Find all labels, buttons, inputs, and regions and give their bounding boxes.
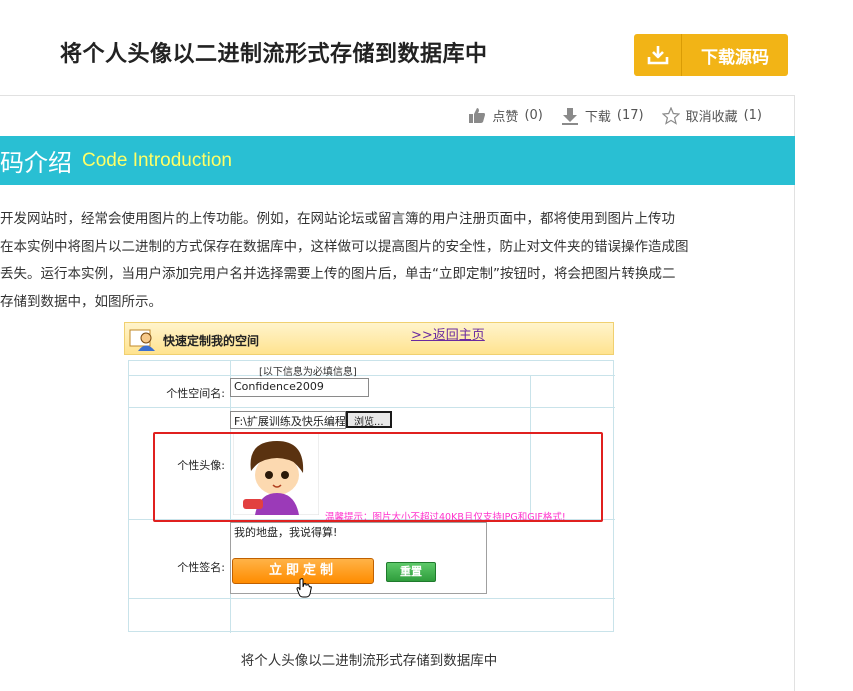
page: 将个人头像以二进制流形式存储到数据库中 下载源码 点赞 (0) 下载 (17) … [0, 0, 853, 691]
table-divider [129, 407, 615, 408]
hand-cursor-icon [296, 578, 312, 598]
file-path-field[interactable]: F:\扩展训练及快乐编程 [230, 411, 346, 429]
description-line: 存储到数据中，如图所示。 [0, 293, 162, 310]
download-arrow-icon [561, 107, 578, 125]
like-count: (0) [524, 108, 543, 123]
favorite-count: (1) [743, 108, 762, 123]
download-stat-button[interactable]: 下载 (17) [561, 106, 644, 125]
space-name-label: 个性空间名: [166, 387, 225, 400]
image-caption: 将个人头像以二进制流形式存储到数据库中 [240, 653, 498, 669]
space-name-field[interactable]: Confidence2009 [230, 378, 369, 397]
section-title-cn: 码介绍 [0, 149, 72, 177]
thumbs-up-icon [469, 108, 486, 123]
download-icon [634, 34, 682, 76]
required-note: [以下信息为必填信息] [259, 367, 357, 378]
description: 开发网站时，经常会使用图片的上传功能。例如，在网站论坛或留言簿的用户注册页面中，… [0, 206, 780, 316]
table-divider [129, 598, 615, 599]
screenshot-heading: 快速定制我的空间 [163, 334, 260, 348]
download-count: (17) [616, 108, 644, 123]
table-divider [129, 375, 615, 376]
section-title-en: Code Introduction [82, 149, 232, 171]
like-button[interactable]: 点赞 (0) [468, 106, 543, 125]
action-bar: 点赞 (0) 下载 (17) 取消收藏 (1) [468, 106, 762, 125]
download-label: 下载 [584, 110, 611, 125]
reset-button[interactable]: 重置 [386, 562, 436, 582]
download-source-button[interactable]: 下载源码 [634, 34, 788, 76]
star-icon [661, 106, 680, 125]
favorite-label: 取消收藏 [685, 110, 738, 125]
description-line: 在本实例中将图片以二进制的方式保存在数据库中，这样做可以提高图片的安全性，防止对… [0, 238, 689, 255]
download-source-label: 下载源码 [701, 47, 769, 68]
signature-label: 个性签名: [177, 561, 225, 574]
cancel-favorite-button[interactable]: 取消收藏 (1) [661, 106, 762, 125]
description-line: 丢失。运行本实例，当用户添加完用户名并选择需要上传的图片后，单击“立即定制”按钮… [0, 266, 676, 282]
description-line: 开发网站时，经常会使用图片的上传功能。例如，在网站论坛或留言簿的用户注册页面中，… [0, 211, 675, 227]
browse-button[interactable]: 浏览... [346, 411, 392, 428]
highlight-box [153, 432, 603, 522]
page-title: 将个人头像以二进制流形式存储到数据库中 [60, 42, 488, 67]
screenshot-header: 快速定制我的空间 >>返回主页 [124, 322, 614, 355]
section-header: 码介绍 Code Introduction [0, 136, 795, 185]
like-label: 点赞 [492, 110, 519, 125]
user-icon [129, 329, 155, 351]
back-home-link[interactable]: >>返回主页 [411, 324, 485, 343]
content-panel: 点赞 (0) 下载 (17) 取消收藏 (1) 码介绍 Code Introdu… [0, 95, 795, 691]
